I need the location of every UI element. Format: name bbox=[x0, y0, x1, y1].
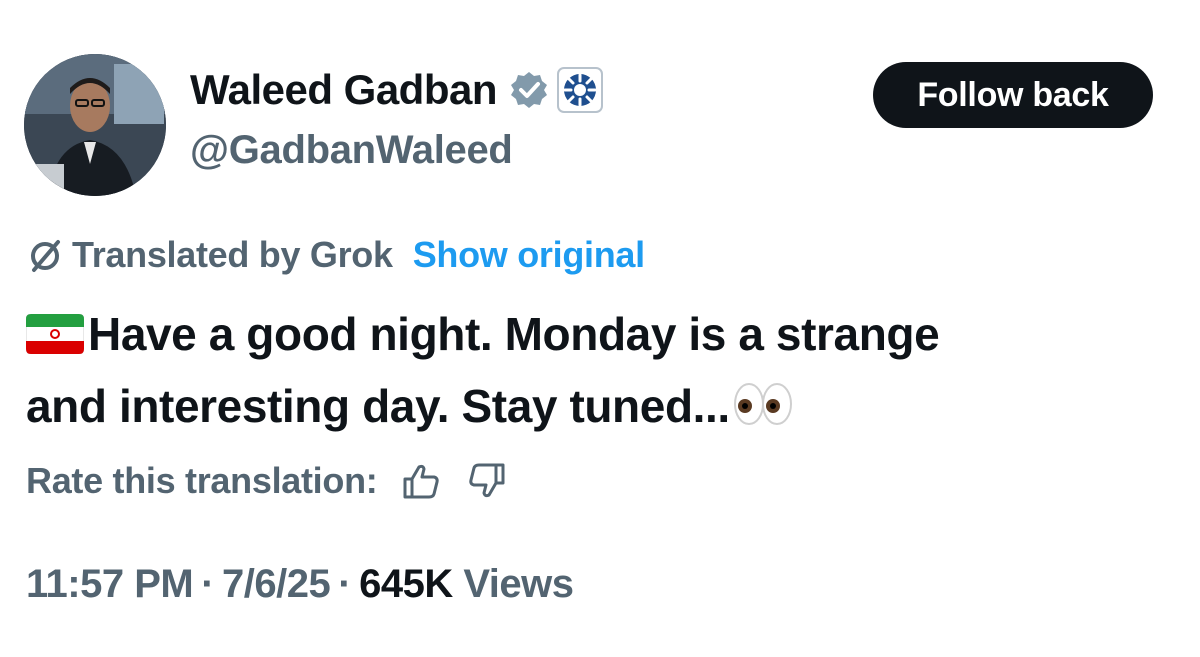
views-label: Views bbox=[463, 562, 574, 606]
meta-separator: · bbox=[338, 562, 352, 606]
author-display-name[interactable]: Waleed Gadban bbox=[190, 66, 604, 114]
rate-translation-label: Rate this translation: bbox=[26, 460, 378, 501]
thumbs-up-icon[interactable] bbox=[399, 459, 443, 503]
translated-by-label: Translated by Grok bbox=[72, 234, 393, 275]
avatar[interactable] bbox=[24, 54, 166, 196]
verified-badge-icon[interactable] bbox=[509, 70, 549, 110]
profile-photo-avatar bbox=[24, 54, 166, 196]
eyes-emoji bbox=[733, 383, 792, 425]
tweet-line-2: and interesting day. Stay tuned... bbox=[26, 370, 1146, 442]
show-original-link[interactable]: Show original bbox=[413, 234, 645, 276]
tweet-line-2-text: and interesting day. Stay tuned... bbox=[26, 380, 730, 432]
translation-notice: Translated by Grok Show original bbox=[26, 234, 645, 276]
iran-flag-emoji bbox=[26, 314, 84, 354]
tweet-text: Have a good night. Monday is a strange a… bbox=[26, 298, 1146, 442]
author-name-text: Waleed Gadban bbox=[190, 66, 498, 113]
follow-back-button[interactable]: Follow back bbox=[873, 62, 1153, 128]
tweet-time[interactable]: 11:57 PM bbox=[26, 562, 194, 606]
tweet-line-1-text: Have a good night. Monday is a strange bbox=[88, 308, 940, 360]
tweet-meta: 11:57 PM · 7/6/25 · 645K Views bbox=[26, 562, 574, 607]
meta-separator: · bbox=[201, 562, 215, 606]
author-handle[interactable]: @GadbanWaleed bbox=[190, 128, 513, 173]
views-count: 645K bbox=[359, 562, 453, 606]
tweet-date[interactable]: 7/6/25 bbox=[222, 562, 331, 606]
grok-icon bbox=[31, 240, 60, 272]
thumbs-down-icon[interactable] bbox=[465, 459, 509, 503]
rate-translation-row: Rate this translation: bbox=[26, 459, 509, 503]
tweet-line-1: Have a good night. Monday is a strange bbox=[26, 298, 1146, 370]
affiliation-emblem-icon[interactable] bbox=[557, 67, 604, 113]
